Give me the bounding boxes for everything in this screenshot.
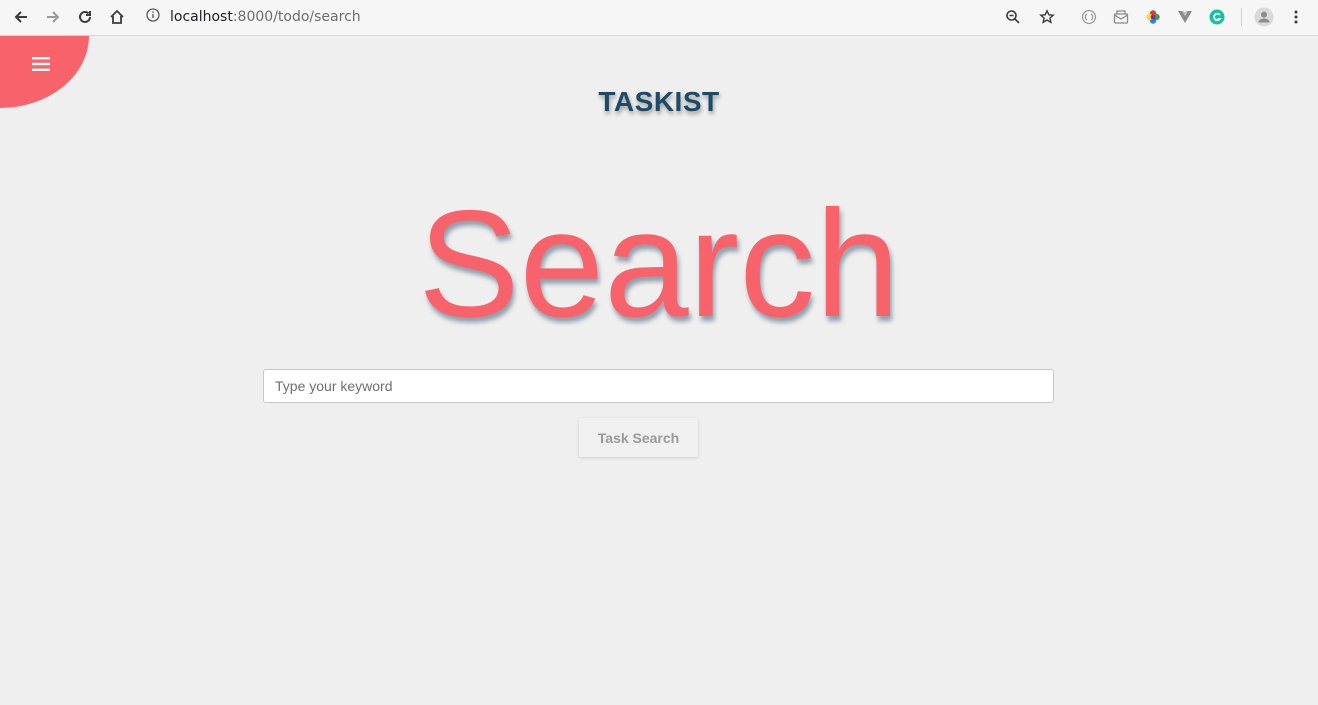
star-icon[interactable] [1033,4,1061,30]
extension-colorwheel-icon[interactable] [1139,4,1167,30]
extension-circle-icon[interactable] [1075,4,1103,30]
extension-mail-icon[interactable] [1107,4,1135,30]
forward-icon[interactable] [39,4,67,30]
more-icon[interactable] [1282,4,1310,30]
grammarly-icon[interactable] [1203,4,1231,30]
search-input[interactable] [263,369,1054,403]
page-heading: Search [418,179,900,349]
task-search-button[interactable]: Task Search [579,418,698,457]
url-path: :8000/todo/search [232,9,361,25]
hamburger-icon [31,56,50,77]
url-host: localhost [170,9,233,25]
reload-icon[interactable] [71,4,99,30]
info-icon[interactable] [146,7,160,27]
toolbar-divider [1241,8,1242,26]
zoom-icon[interactable] [999,4,1027,30]
profile-icon[interactable] [1250,4,1278,30]
url-text[interactable]: localhost:8000/todo/search [170,9,361,25]
extension-vue-icon[interactable] [1171,4,1199,30]
browser-toolbar: localhost:8000/todo/search [0,0,1318,36]
brand-title: TASKIST [598,86,720,117]
home-icon[interactable] [103,4,131,30]
address-bar[interactable]: localhost:8000/todo/search [146,4,361,30]
back-icon[interactable] [7,4,35,30]
